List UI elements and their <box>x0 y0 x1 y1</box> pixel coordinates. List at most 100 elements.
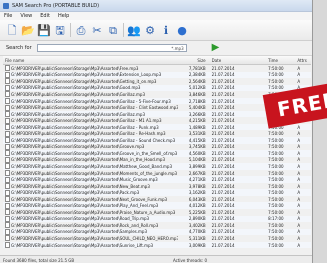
users-icon[interactable]: 👥 <box>127 23 141 37</box>
table-row[interactable]: G:\MP3DRIVER\public\Sonneon\Storage\Mp3\… <box>3 71 311 79</box>
file-date-cell: 21.07.2014 <box>211 216 235 222</box>
toolbar: 🗋 📂 💾 🖫 ⎙ ✂ ⧉ 👥 ⚙ ℹ ● <box>0 20 312 41</box>
table-row[interactable]: G:\MP3DRIVER\public\Sonneon\Storage\Mp3\… <box>3 189 311 196</box>
menu-file[interactable]: File <box>4 13 12 19</box>
toolbar-separator <box>123 23 124 37</box>
table-row[interactable]: G:\MP3DRIVER\public\Sonneon\Storage\Mp3\… <box>3 215 311 223</box>
file-name-text: G:\MP3DRIVER\public\Sonneon\Storage\Mp3\… <box>11 78 157 84</box>
table-row[interactable]: G:\MP3DRIVER\public\Sonneon\Storage\Mp3\… <box>3 65 311 72</box>
print-icon[interactable]: ⎙ <box>74 23 88 37</box>
file-attrs-cell: A <box>297 144 301 150</box>
cut-icon[interactable]: ✂ <box>90 23 104 37</box>
file-name-text: G:\MP3DRIVER\public\Sonneon\Storage\Mp3\… <box>11 177 158 183</box>
file-date-cell: 21.07.2014 <box>211 183 235 189</box>
file-name-cell: G:\MP3DRIVER\public\Sonneon\Storage\Mp3\… <box>3 189 178 196</box>
file-time-cell: 7:50:00 <box>268 78 284 84</box>
file-date-cell: 21.07.2014 <box>211 144 235 150</box>
table-row[interactable]: G:\MP3DRIVER\public\Sonneon\Storage\Mp3\… <box>3 150 311 157</box>
file-date-cell: 21.07.2014 <box>211 157 235 163</box>
file-name-text: G:\MP3DRIVER\public\Sonneon\Storage\Mp3\… <box>11 183 150 189</box>
column-header-name[interactable]: File name <box>3 58 178 63</box>
file-name-text: G:\MP3DRIVER\public\Sonneon\Storage\Mp3\… <box>11 157 165 163</box>
menu-view[interactable]: View <box>20 13 32 19</box>
file-name-text: G:\MP3DRIVER\public\Sonneon\Storage\Mp3\… <box>11 85 141 91</box>
column-header-time[interactable]: Time <box>268 58 297 63</box>
table-row[interactable]: G:\MP3DRIVER\public\Sonneon\Storage\Mp3\… <box>3 228 311 236</box>
table-row[interactable]: G:\MP3DRIVER\public\Sonneon\Storage\Mp3\… <box>3 209 311 216</box>
search-label: Search for <box>6 45 32 51</box>
table-row[interactable]: G:\MP3DRIVER\public\Sonneon\Storage\Mp3\… <box>3 235 311 242</box>
file-size-cell: 4,215KB <box>188 118 206 124</box>
table-row[interactable]: G:\MP3DRIVER\public\Sonneon\Storage\Mp3\… <box>3 156 311 164</box>
file-date-cell: 21.07.2014 <box>211 118 235 124</box>
table-row[interactable]: G:\MP3DRIVER\public\Sonneon\Storage\Mp3\… <box>3 163 311 170</box>
file-date-cell: 21.07.2014 <box>211 131 235 137</box>
menu-edit[interactable]: Edit <box>40 13 50 19</box>
file-name-cell: G:\MP3DRIVER\public\Sonneon\Storage\Mp3\… <box>3 150 178 157</box>
file-icon <box>5 111 10 118</box>
table-body: G:\MP3DRIVER\public\Sonneon\Storage\Mp3\… <box>3 65 311 249</box>
file-name-text: G:\MP3DRIVER\public\Sonneon\Storage\Mp3\… <box>11 137 176 143</box>
file-name-cell: G:\MP3DRIVER\public\Sonneon\Storage\Mp3\… <box>3 228 178 235</box>
info-icon[interactable]: ℹ <box>159 23 173 37</box>
help-icon[interactable]: ● <box>175 23 189 37</box>
table-row[interactable]: G:\MP3DRIVER\public\Sonneon\Storage\Mp3\… <box>3 143 311 151</box>
file-icon <box>5 130 10 137</box>
file-name-text: G:\MP3DRIVER\public\Sonneon\Storage\Mp3\… <box>11 144 145 150</box>
search-input[interactable]: *.mp3 <box>36 44 187 52</box>
file-time-cell: 8:17:00 <box>268 216 284 222</box>
table-row[interactable]: G:\MP3DRIVER\public\Sonneon\Storage\Mp3\… <box>3 137 311 144</box>
file-attrs-cell: A <box>297 203 301 209</box>
file-date-cell: 21.07.2014 <box>211 190 235 196</box>
table-row[interactable]: G:\MP3DRIVER\public\Sonneon\Storage\Mp3\… <box>3 78 311 85</box>
table-row[interactable]: G:\MP3DRIVER\public\Sonneon\Storage\Mp3\… <box>3 183 311 190</box>
table-row[interactable]: G:\MP3DRIVER\public\Sonneon\Storage\Mp3\… <box>3 202 311 210</box>
file-date-cell: 21.07.2014 <box>211 65 235 71</box>
settings-icon[interactable]: ⚙ <box>143 23 157 37</box>
column-header-date[interactable]: Date <box>208 58 269 63</box>
file-date-cell: 21.07.2014 <box>211 91 235 97</box>
file-attrs-cell: A <box>297 137 301 143</box>
file-size-cell: 2,718KB <box>188 98 206 104</box>
column-header-attrs[interactable]: Attrs <box>297 58 311 63</box>
table-row[interactable]: G:\MP3DRIVER\public\Sonneon\Storage\Mp3\… <box>3 123 311 131</box>
new-icon[interactable]: 🗋 <box>5 23 19 37</box>
file-attrs-cell: A <box>297 170 301 176</box>
file-name-cell: G:\MP3DRIVER\public\Sonneon\Storage\Mp3\… <box>3 137 178 144</box>
save-icon[interactable]: 💾 <box>37 23 51 37</box>
table-row[interactable]: G:\MP3DRIVER\public\Sonneon\Storage\Mp3\… <box>3 84 311 92</box>
table-row[interactable]: G:\MP3DRIVER\public\Sonneon\Storage\Mp3\… <box>3 241 311 249</box>
file-attrs-cell: A <box>297 183 301 189</box>
file-attrs-cell: A <box>297 65 301 71</box>
table-row[interactable]: G:\MP3DRIVER\public\Sonneon\Storage\Mp3\… <box>3 130 311 137</box>
file-icon <box>5 202 10 209</box>
file-attrs-cell: A <box>297 157 301 163</box>
column-header-size[interactable]: Size <box>178 58 207 63</box>
save-all-icon[interactable]: 🖫 <box>53 23 67 37</box>
copy-icon[interactable]: ⧉ <box>106 23 120 37</box>
file-attrs-cell: A <box>297 177 301 183</box>
file-time-cell: 7:50:00 <box>268 144 284 150</box>
file-attrs-cell: A <box>297 72 301 78</box>
file-icon <box>5 176 10 183</box>
file-size-cell: 1,489KB <box>188 124 206 130</box>
file-icon <box>5 150 10 157</box>
table-row[interactable]: G:\MP3DRIVER\public\Sonneon\Storage\Mp3\… <box>3 170 311 177</box>
file-time-cell: 7:50:00 <box>268 170 284 176</box>
file-size-cell: 5,404KB <box>188 105 206 111</box>
file-icon <box>5 104 10 111</box>
file-icon <box>5 124 10 131</box>
search-go-icon[interactable]: ▶ <box>212 43 220 53</box>
table-row[interactable]: G:\MP3DRIVER\public\Sonneon\Storage\Mp3\… <box>3 117 311 124</box>
table-row[interactable]: G:\MP3DRIVER\public\Sonneon\Storage\Mp3\… <box>3 196 311 203</box>
file-date-cell: 21.07.2014 <box>211 137 235 143</box>
open-icon[interactable]: 📂 <box>21 23 35 37</box>
table-row[interactable]: G:\MP3DRIVER\public\Sonneon\Storage\Mp3\… <box>3 176 311 183</box>
file-name-text: G:\MP3DRIVER\public\Sonneon\Storage\Mp3\… <box>11 170 178 176</box>
file-attrs-cell: A <box>297 150 301 156</box>
file-name-cell: G:\MP3DRIVER\public\Sonneon\Storage\Mp3\… <box>3 196 178 203</box>
file-size-cell: 3,899KB <box>188 163 206 169</box>
menu-help[interactable]: Help <box>58 13 69 19</box>
file-attrs-cell: A <box>297 229 301 235</box>
table-row[interactable]: G:\MP3DRIVER\public\Sonneon\Storage\Mp3\… <box>3 222 311 229</box>
